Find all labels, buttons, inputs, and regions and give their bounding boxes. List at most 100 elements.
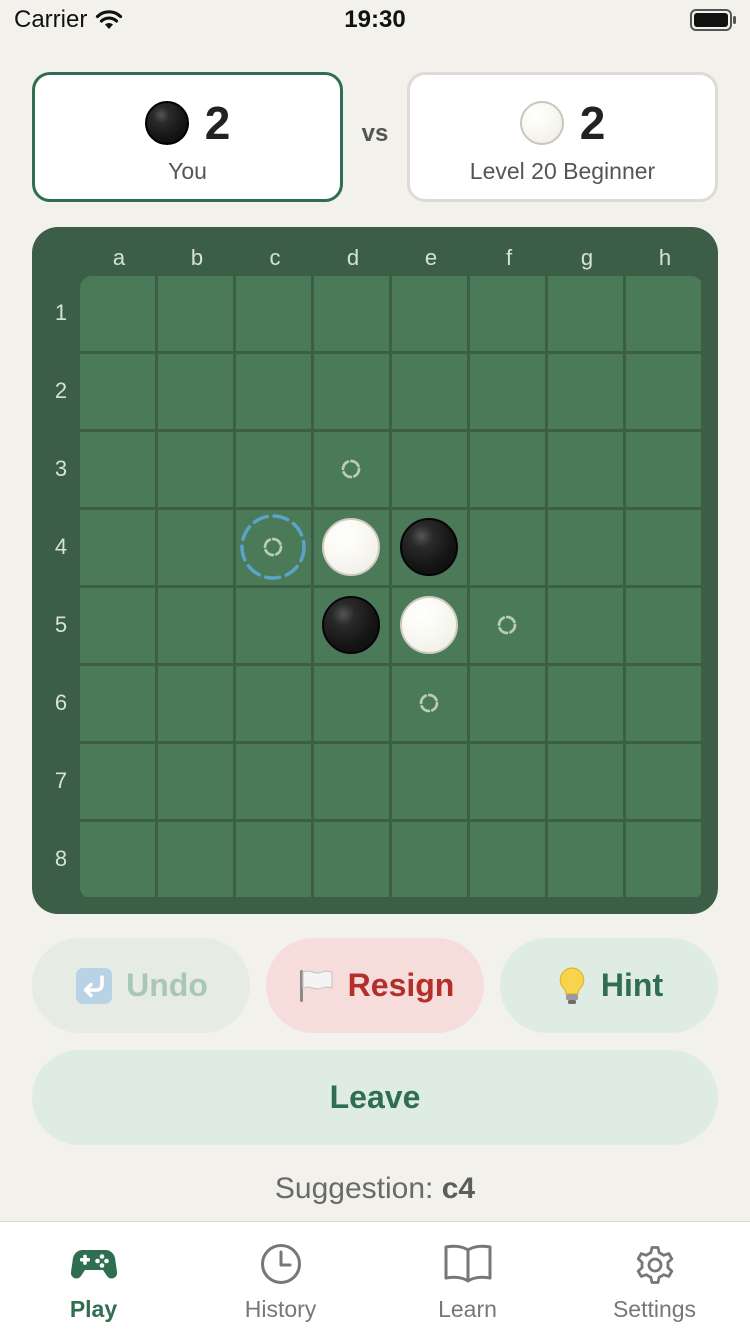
board-square-b7[interactable] (158, 744, 233, 819)
board-square-b8[interactable] (158, 822, 233, 897)
board-square-f4[interactable] (470, 510, 545, 585)
column-label-b: b (190, 245, 204, 270)
tab-play[interactable]: Play (0, 1222, 187, 1334)
tab-play-label: Play (69, 1296, 118, 1322)
legal-move-marker[interactable] (314, 432, 389, 507)
opponent-name: Level 20 Beginner (469, 158, 656, 184)
scoreboard: 2 You vs 2 Level 20 Beginner (32, 72, 718, 202)
board-square-d1[interactable] (314, 276, 389, 351)
board-square-h5[interactable] (626, 588, 701, 663)
undo-button[interactable]: Undo (32, 938, 250, 1033)
tab-learn-label: Learn (438, 1296, 497, 1322)
suggestion-text: Suggestion: c4 (0, 1172, 750, 1206)
board-square-a1[interactable] (80, 276, 155, 351)
board-square-b4[interactable] (158, 510, 233, 585)
status-bar: Carrier 19:30 (0, 0, 750, 40)
hint-button[interactable]: Hint (500, 938, 718, 1033)
board-square-g6[interactable] (548, 666, 623, 741)
board-square-b6[interactable] (158, 666, 233, 741)
board-square-g7[interactable] (548, 744, 623, 819)
board-square-c6[interactable] (236, 666, 311, 741)
board-square-f8[interactable] (470, 822, 545, 897)
black-disc-icon (144, 101, 189, 145)
board-square-h8[interactable] (626, 822, 701, 897)
board-square-h3[interactable] (626, 432, 701, 507)
board-square-a5[interactable] (80, 588, 155, 663)
gear-icon (636, 1246, 673, 1284)
flag-icon (299, 969, 333, 1002)
board-square-c3[interactable] (236, 432, 311, 507)
tab-learn[interactable]: Learn (374, 1222, 561, 1334)
board-square-h7[interactable] (626, 744, 701, 819)
board-square-g4[interactable] (548, 510, 623, 585)
board-square-h2[interactable] (626, 354, 701, 429)
suggestion-move: c4 (441, 1172, 476, 1205)
board-square-e7[interactable] (392, 744, 467, 819)
board-square-b1[interactable] (158, 276, 233, 351)
row-label-7: 7 (54, 768, 68, 793)
board-square-b3[interactable] (158, 432, 233, 507)
player-card-opponent: 2 Level 20 Beginner (407, 72, 718, 202)
board-square-d2[interactable] (314, 354, 389, 429)
board-square-d7[interactable] (314, 744, 389, 819)
board-square-c7[interactable] (236, 744, 311, 819)
board-square-c2[interactable] (236, 354, 311, 429)
board-square-g1[interactable] (548, 276, 623, 351)
player-card-you: 2 You (32, 72, 343, 202)
board-square-c8[interactable] (236, 822, 311, 897)
board-square-f3[interactable] (470, 432, 545, 507)
board-square-e8[interactable] (392, 822, 467, 897)
board-square-e1[interactable] (392, 276, 467, 351)
board-square-h6[interactable] (626, 666, 701, 741)
row-label-3: 3 (54, 456, 68, 481)
legal-move-marker[interactable] (392, 666, 467, 741)
hint-square-marker[interactable] (236, 510, 311, 585)
board-square-a6[interactable] (80, 666, 155, 741)
board-square-f7[interactable] (470, 744, 545, 819)
board-square-c1[interactable] (236, 276, 311, 351)
board-square-g2[interactable] (548, 354, 623, 429)
leave-button[interactable]: Leave (32, 1050, 718, 1145)
game-board: a b c d e f g h 1 2 3 4 5 6 7 8 (32, 227, 718, 914)
column-label-f: f (505, 245, 513, 270)
board-square-d8[interactable] (314, 822, 389, 897)
board-square-e3[interactable] (392, 432, 467, 507)
board-square-e2[interactable] (392, 354, 467, 429)
board-square-f6[interactable] (470, 666, 545, 741)
board-square-a4[interactable] (80, 510, 155, 585)
board-square-g3[interactable] (548, 432, 623, 507)
board-square-f2[interactable] (470, 354, 545, 429)
board-square-a8[interactable] (80, 822, 155, 897)
battery-icon (690, 9, 736, 31)
player-score: 2 (204, 97, 231, 149)
undo-icon (76, 967, 113, 1004)
board-square-f1[interactable] (470, 276, 545, 351)
board-square-b5[interactable] (158, 588, 233, 663)
status-time: 19:30 (344, 6, 406, 33)
player-name: You (168, 158, 207, 184)
board-square-a7[interactable] (80, 744, 155, 819)
column-label-e: e (424, 245, 438, 270)
lightbulb-icon (559, 966, 585, 1004)
board-square-h4[interactable] (626, 510, 701, 585)
white-disc-icon (519, 101, 564, 145)
legal-move-marker[interactable] (470, 588, 545, 663)
board-square-b2[interactable] (158, 354, 233, 429)
legal-move-icon (497, 615, 517, 635)
column-label-g: g (580, 245, 594, 270)
board-square-h1[interactable] (626, 276, 701, 351)
board-square-g5[interactable] (548, 588, 623, 663)
vs-label: vs (361, 120, 389, 147)
board-square-a3[interactable] (80, 432, 155, 507)
clock-icon (260, 1244, 301, 1284)
row-label-1: 1 (54, 300, 68, 325)
board-square-d6[interactable] (314, 666, 389, 741)
resign-button[interactable]: Resign (266, 938, 484, 1033)
board-square-c5[interactable] (236, 588, 311, 663)
tab-settings[interactable]: Settings (561, 1222, 748, 1334)
board-square-g8[interactable] (548, 822, 623, 897)
tab-history[interactable]: History (187, 1222, 374, 1334)
undo-label: Undo (126, 967, 208, 1003)
board-square-a2[interactable] (80, 354, 155, 429)
row-label-4: 4 (54, 534, 68, 559)
